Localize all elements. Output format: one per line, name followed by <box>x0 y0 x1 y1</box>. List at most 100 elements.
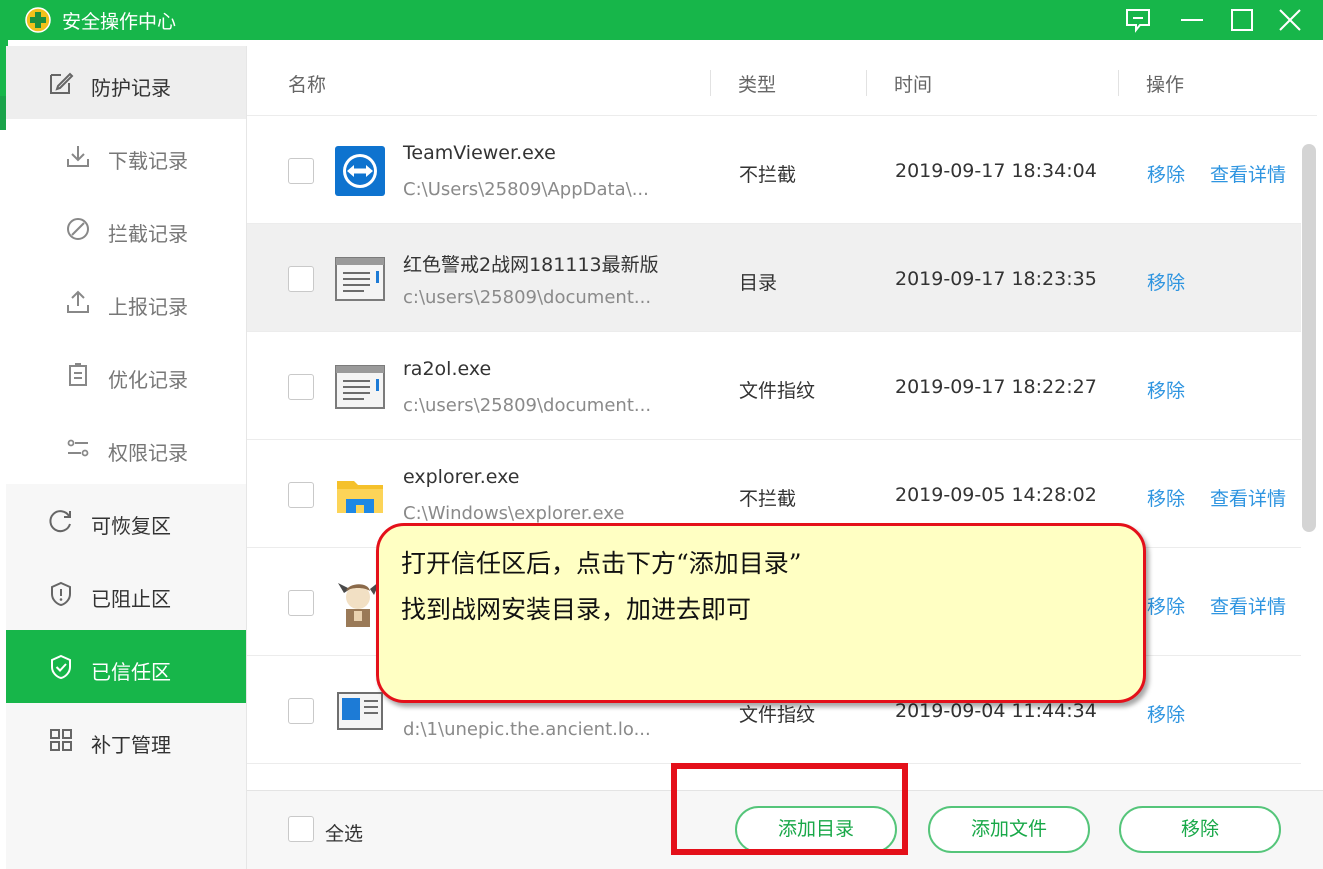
row-checkbox[interactable] <box>288 482 314 508</box>
sidebar-item-label: 补丁管理 <box>91 733 171 757</box>
close-icon <box>1279 9 1301 31</box>
shield-alert-icon <box>51 581 71 607</box>
download-icon <box>67 146 89 167</box>
row-checkbox[interactable] <box>288 374 314 400</box>
app-window-icon <box>335 365 385 409</box>
column-header-type[interactable]: 类型 <box>738 70 776 97</box>
feedback-button[interactable] <box>1122 4 1154 36</box>
row-checkbox[interactable] <box>288 158 314 184</box>
column-header-time[interactable]: 时间 <box>894 70 932 97</box>
row-checkbox[interactable] <box>288 590 314 616</box>
sidebar-item-label: 优化记录 <box>108 368 188 392</box>
row-checkbox[interactable] <box>288 698 314 724</box>
sidebar-item-blocked-zone[interactable]: 已阻止区 <box>6 557 246 630</box>
feedback-icon <box>1126 9 1150 33</box>
sidebar-item-label: 防护记录 <box>91 76 171 100</box>
table-row[interactable]: 红色警戒2战网181113最新版 c:\users\25809\document… <box>247 224 1301 332</box>
sidebar-item-permission-records[interactable]: 权限记录 <box>6 411 246 484</box>
rule-type: 不拦截 <box>739 164 797 186</box>
folder-window-icon <box>335 257 385 301</box>
timestamp: 2019-09-05 14:28:02 <box>895 484 1097 506</box>
minimize-icon <box>1181 19 1203 21</box>
sidebar-item-recoverable-zone[interactable]: 可恢复区 <box>6 484 246 557</box>
remove-button[interactable]: 移除 <box>1119 806 1281 853</box>
maximize-icon <box>1231 9 1253 31</box>
file-path: c:\users\25809\document... <box>403 395 652 416</box>
document-icon <box>337 692 383 730</box>
callout-line-2: 找到战网安装目录，加进去即可 <box>401 595 752 624</box>
settings-toggle-icon <box>67 439 89 457</box>
sidebar-item-patch-management[interactable]: 补丁管理 <box>6 703 246 776</box>
rule-type: 不拦截 <box>739 488 797 510</box>
callout-line-1: 打开信任区后，点击下方“添加目录” <box>401 549 802 578</box>
remove-link[interactable]: 移除 <box>1147 592 1185 619</box>
timestamp: 2019-09-17 18:22:27 <box>895 376 1097 398</box>
remove-link[interactable]: 移除 <box>1147 268 1185 295</box>
sidebar-item-protection-records[interactable]: 防护记录 <box>6 46 246 119</box>
timestamp: 2019-09-17 18:23:35 <box>895 268 1097 290</box>
column-divider[interactable] <box>866 70 867 96</box>
table-row[interactable]: ra2ol.exe c:\users\25809\document... 文件指… <box>247 332 1301 440</box>
upload-icon <box>67 290 89 313</box>
block-icon <box>67 218 89 240</box>
table-header: 名称 类型 时间 操作 <box>247 46 1317 116</box>
title-bar: 安全操作中心 <box>0 0 1323 40</box>
app-logo-icon <box>25 7 51 33</box>
sidebar-item-report-records[interactable]: 上报记录 <box>6 265 246 338</box>
column-divider[interactable] <box>710 70 711 96</box>
sidebar-item-download-records[interactable]: 下载记录 <box>6 119 246 192</box>
sidebar-item-label: 可恢复区 <box>91 514 171 538</box>
view-details-link[interactable]: 查看详情 <box>1210 592 1286 619</box>
column-header-name[interactable]: 名称 <box>288 70 326 97</box>
highlight-box <box>671 763 908 855</box>
sidebar-item-optimize-records[interactable]: 优化记录 <box>6 338 246 411</box>
column-header-action: 操作 <box>1146 74 1185 96</box>
maximize-button[interactable] <box>1226 4 1258 36</box>
column-divider[interactable] <box>1118 70 1119 96</box>
remove-link[interactable]: 移除 <box>1147 376 1185 403</box>
timestamp: 2019-09-17 18:34:04 <box>895 160 1097 182</box>
file-path: C:\Users\25809\AppData\... <box>403 179 649 200</box>
teamviewer-icon <box>335 146 385 196</box>
select-all-label[interactable]: 全选 <box>325 819 363 846</box>
clipboard-icon <box>69 363 87 386</box>
sidebar-item-trusted-zone[interactable]: 已信任区 <box>6 630 246 703</box>
file-path: d:\1\unepic.the.ancient.lo... <box>403 719 651 740</box>
sidebar-item-label: 已信任区 <box>91 660 171 684</box>
sidebar-item-label: 权限记录 <box>108 441 188 465</box>
timestamp: 2019-09-04 11:44:34 <box>895 700 1097 722</box>
file-name: ra2ol.exe <box>403 358 492 380</box>
rule-type: 目录 <box>739 272 778 294</box>
edit-icon <box>50 72 74 94</box>
sidebar-item-label: 拦截记录 <box>108 222 188 246</box>
rule-type: 文件指纹 <box>739 704 816 726</box>
app-title: 安全操作中心 <box>62 11 177 33</box>
file-name: explorer.exe <box>403 466 520 488</box>
scrollbar-thumb[interactable] <box>1302 144 1316 532</box>
shield-check-icon <box>51 654 71 680</box>
instruction-callout: 打开信任区后，点击下方“添加目录” 找到战网安装目录，加进去即可 <box>376 523 1146 703</box>
remove-link[interactable]: 移除 <box>1147 484 1185 511</box>
restore-icon <box>49 510 71 533</box>
sidebar-item-label: 已阻止区 <box>91 587 171 611</box>
file-path: C:\Windows\explorer.exe <box>403 503 625 524</box>
table-row[interactable]: TeamViewer.exe C:\Users\25809\AppData\..… <box>247 116 1301 224</box>
add-file-button[interactable]: 添加文件 <box>928 806 1090 853</box>
sidebar-item-label: 上报记录 <box>108 295 188 319</box>
remove-link[interactable]: 移除 <box>1147 160 1185 187</box>
minimize-button[interactable] <box>1176 4 1208 36</box>
close-button[interactable] <box>1274 4 1306 36</box>
sidebar-item-label: 下载记录 <box>108 149 188 173</box>
explorer-folder-icon <box>337 481 383 513</box>
list-scrollbar[interactable] <box>1301 116 1317 790</box>
view-details-link[interactable]: 查看详情 <box>1210 484 1286 511</box>
view-details-link[interactable]: 查看详情 <box>1210 160 1286 187</box>
file-name: 红色警戒2战网181113最新版 <box>403 254 659 276</box>
grid-icon <box>50 729 72 751</box>
select-all-checkbox[interactable] <box>288 816 314 842</box>
row-checkbox[interactable] <box>288 266 314 292</box>
remove-link[interactable]: 移除 <box>1147 700 1185 727</box>
file-path: c:\users\25809\document... <box>403 287 652 308</box>
sidebar-item-intercept-records[interactable]: 拦截记录 <box>6 192 246 265</box>
file-name: TeamViewer.exe <box>403 142 556 164</box>
